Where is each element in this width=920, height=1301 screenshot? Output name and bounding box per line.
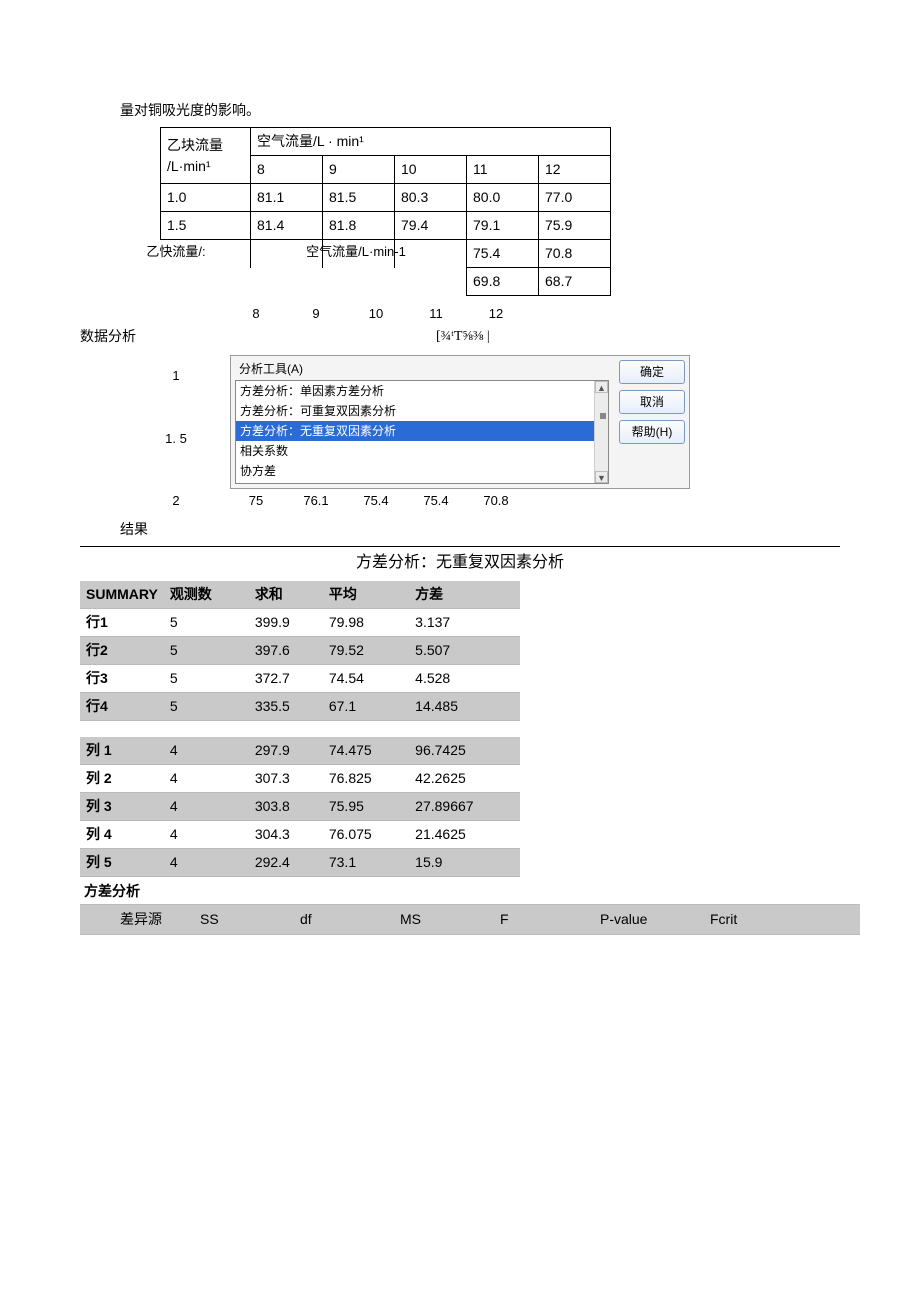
hdr-source: 差异源: [80, 909, 200, 930]
ok-button[interactable]: 确定: [619, 360, 685, 384]
hdr-pvalue: P-value: [600, 909, 710, 930]
table-row: 列 24307.376.82542.2625: [80, 764, 520, 792]
t1-c0: 8: [251, 156, 323, 184]
t1-c2: 10: [395, 156, 467, 184]
hdr-sum: 求和: [249, 581, 323, 609]
scroll-up-icon[interactable]: ▲: [595, 381, 608, 393]
list-item[interactable]: 方差分析：单因素方差分析: [236, 381, 608, 401]
list-item[interactable]: 协方差: [236, 461, 608, 481]
list-item[interactable]: 方差分析：可重复双因素分析: [236, 401, 608, 421]
hdr-ms: MS: [400, 909, 500, 930]
list-item-selected[interactable]: 方差分析：无重复双因素分析: [236, 421, 608, 441]
anova-section-label: 方差分析: [84, 881, 840, 902]
table-row: 列 34303.875.9527.89667: [80, 792, 520, 820]
hdr-df: df: [300, 909, 400, 930]
t1-c3: 11: [467, 156, 539, 184]
scroll-thumb[interactable]: [600, 413, 606, 419]
dialog-title: 分析工具(A): [235, 360, 609, 378]
scroll-down-icon[interactable]: ▼: [595, 471, 608, 483]
table-row: 列 14297.974.47596.7425: [80, 737, 520, 765]
t1-c4: 12: [539, 156, 611, 184]
anova-header-row: 差异源 SS df MS F P-value Fcrit: [80, 904, 860, 935]
hdr-ss: SS: [200, 909, 300, 930]
anova-title: 方差分析：无重复双因素分析: [80, 551, 840, 575]
t1-colgroup: 空气流量/L · min¹: [251, 128, 611, 156]
tools-listbox[interactable]: 方差分析：单因素方差分析 方差分析：可重复双因素分析 方差分析：无重复双因素分析…: [235, 380, 609, 484]
table-row: 行45335.567.114.485: [80, 693, 520, 721]
table-row: 列 54292.473.115.9: [80, 848, 520, 876]
hdr-summary: SUMMARY: [80, 581, 164, 609]
hdr-fcrit: Fcrit: [710, 909, 810, 930]
analysis-tools-dialog: 分析工具(A) 方差分析：单因素方差分析 方差分析：可重复双因素分析 方差分析：…: [230, 355, 690, 489]
cancel-button[interactable]: 取消: [619, 390, 685, 414]
help-button[interactable]: 帮助(H): [619, 420, 685, 444]
intro-text: 量对铜吸光度的影响。: [120, 100, 840, 121]
t1-c1: 9: [323, 156, 395, 184]
hdr-f: F: [500, 909, 600, 930]
hdr-mean: 平均: [323, 581, 409, 609]
scrollbar[interactable]: ▲ ▼: [594, 381, 608, 483]
hdr-count: 观测数: [164, 581, 249, 609]
list-item[interactable]: 相关系数: [236, 441, 608, 461]
list-item[interactable]: 描述统计: [236, 481, 608, 484]
hdr-var: 方差: [409, 581, 520, 609]
table-row: 行15399.979.983.137: [80, 609, 520, 637]
summary-table: SUMMARY 观测数 求和 平均 方差 行15399.979.983.137 …: [80, 581, 520, 877]
table-row: 行25397.679.525.507: [80, 637, 520, 665]
table-row: 行35372.774.544.528: [80, 665, 520, 693]
table-row: 列 44304.376.07521.4625: [80, 820, 520, 848]
t1-rowhdr: 乙块流量 /L·min¹: [161, 128, 251, 184]
